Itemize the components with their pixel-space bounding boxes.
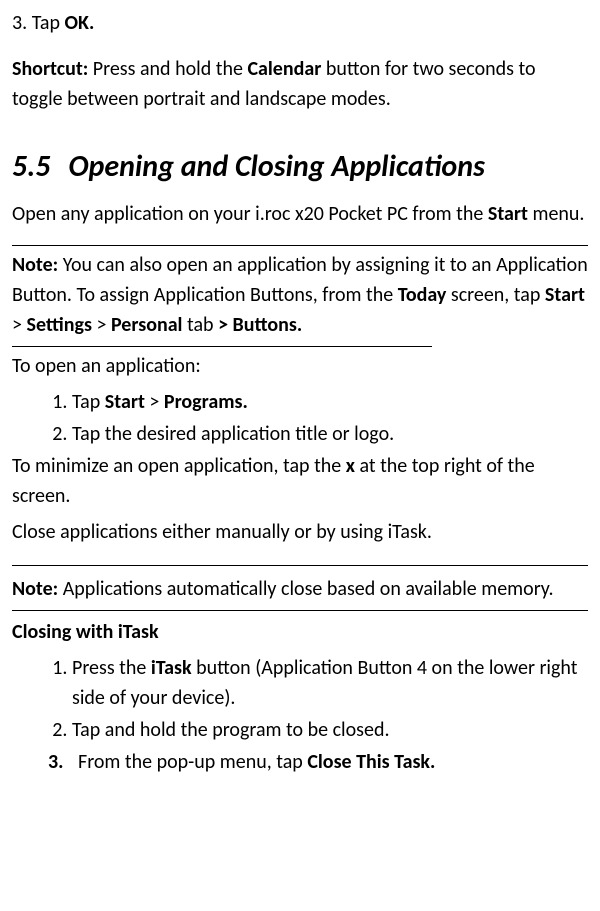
itask-item-3: 3. From the pop-up menu, tap Close This … <box>48 747 588 777</box>
open-li1-a: Tap <box>72 390 105 414</box>
it-li3-num: 3. <box>48 747 78 777</box>
open-app-title: To open an application: <box>12 351 588 381</box>
shortcut-calendar: Calendar <box>247 57 321 81</box>
note-1-today: Today <box>398 283 447 307</box>
note-2-label: Note: <box>12 577 58 601</box>
step-3-prefix: 3. Tap <box>12 11 65 35</box>
divider <box>12 610 588 611</box>
it-li3-a: From the pop-up menu, tap <box>78 750 307 774</box>
section-heading: 5.5 Opening and Closing Applications <box>12 144 588 189</box>
open-app-list: Tap Start > Programs. Tap the desired ap… <box>72 387 588 449</box>
note-2-text: Applications automatically close based o… <box>58 577 553 601</box>
open-intro-1: Open any application on your i.roc x20 P… <box>12 202 488 226</box>
itask-item-1: Press the iTask button (Application Butt… <box>72 653 588 713</box>
itask-list: Press the iTask button (Application Butt… <box>72 653 588 745</box>
itask-heading: Closing with iTask <box>12 617 588 647</box>
open-li1-gt: > <box>145 390 164 414</box>
step-3-ok: OK. <box>65 11 95 35</box>
note-1-gt-1: > <box>12 313 26 337</box>
shortcut-label: Shortcut: <box>12 57 88 81</box>
divider <box>12 245 588 246</box>
note-1: Note: You can also open an application b… <box>12 250 588 340</box>
close-line: Close applications either manually or by… <box>12 517 588 547</box>
minimize-x: x <box>346 454 355 478</box>
step-3: 3. Tap OK. <box>12 8 588 38</box>
note-1-personal: Personal <box>111 313 183 337</box>
note-1-start: Start <box>545 283 585 307</box>
divider <box>12 565 588 566</box>
itask-item-2: Tap and hold the program to be closed. <box>72 715 588 745</box>
shortcut-paragraph: Shortcut: Press and hold the Calendar bu… <box>12 54 588 114</box>
open-app-item-2: Tap the desired application title or log… <box>72 419 588 449</box>
section-number: 5.5 <box>12 148 50 185</box>
minimize-1: To minimize an open application, tap the <box>12 454 346 478</box>
section-title: Opening and Closing Applications <box>68 148 484 185</box>
shortcut-text-1: Press and hold the <box>88 57 247 81</box>
note-2: Note: Applications automatically close b… <box>12 574 588 604</box>
note-1-gt-2: > <box>92 313 111 337</box>
open-intro-2: menu. <box>528 202 585 226</box>
it-li3-close: Close This Task. <box>307 750 435 774</box>
note-1-text-2: screen, tap <box>446 283 545 307</box>
open-app-item-1: Tap Start > Programs. <box>72 387 588 417</box>
note-1-settings: Settings <box>26 313 91 337</box>
it-li3-body: From the pop-up menu, tap Close This Tas… <box>78 747 435 777</box>
open-intro-start: Start <box>488 202 528 226</box>
it-li1-itask: iTask <box>151 656 192 680</box>
open-li1-start: Start <box>105 390 145 414</box>
minimize-line: To minimize an open application, tap the… <box>12 451 588 511</box>
note-1-label: Note: <box>12 253 58 277</box>
it-li1-a: Press the <box>72 656 151 680</box>
note-1-buttons: > Buttons. <box>218 313 302 337</box>
open-intro: Open any application on your i.roc x20 P… <box>12 199 588 229</box>
note-1-text-3: tab <box>182 313 218 337</box>
divider-short <box>12 346 432 347</box>
open-li1-programs: Programs. <box>164 390 248 414</box>
